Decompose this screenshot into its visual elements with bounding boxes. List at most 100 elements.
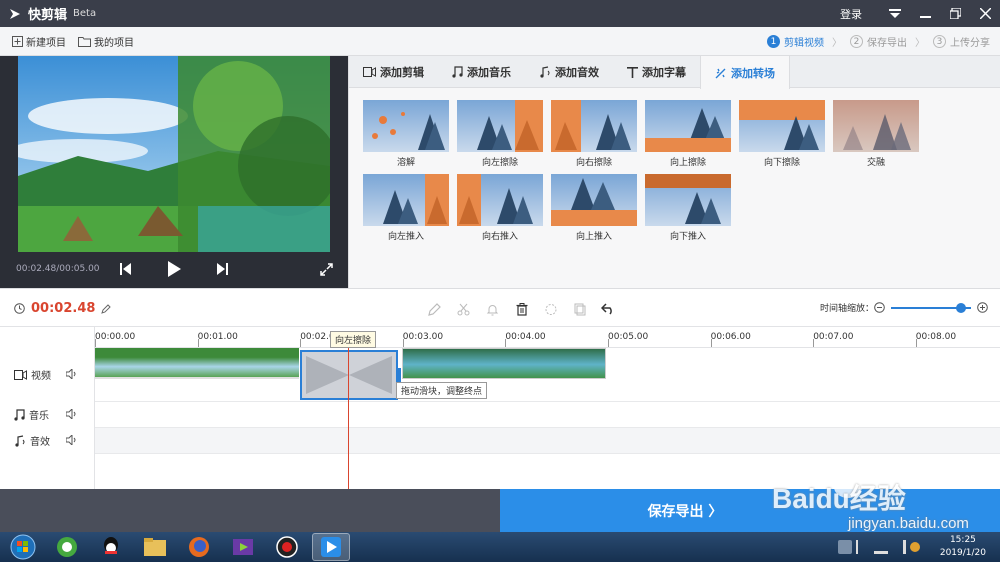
clock-time: 15:25 bbox=[949, 535, 976, 545]
tab-add-transition[interactable]: 添加转场 bbox=[700, 56, 790, 89]
my-projects-button[interactable]: 我的项目 bbox=[78, 34, 134, 49]
fullscreen-icon[interactable] bbox=[320, 263, 333, 276]
maximize-icon[interactable] bbox=[940, 0, 970, 27]
tray-flag-icon[interactable] bbox=[856, 540, 870, 554]
playback-time: 00:02.48/00:05.00 bbox=[16, 264, 100, 274]
taskbar-clock[interactable]: 15:25 2019/1/20 bbox=[940, 534, 986, 560]
drag-hint-tooltip: 拖动滑块，调整终点 bbox=[396, 382, 488, 399]
transition-wipe-right[interactable]: 向右擦除 bbox=[551, 100, 637, 168]
edit-pencil-icon[interactable] bbox=[101, 303, 112, 314]
timeline-ruler[interactable]: 00:00.00 00:01.00 00:02.00 00:03.00 00:04.00… bbox=[95, 327, 1000, 348]
ruler-tick-label: 00:03.00 bbox=[402, 332, 444, 342]
tab-add-subtitle[interactable]: 添加字幕 bbox=[613, 56, 700, 88]
tab-add-music[interactable]: 添加音乐 bbox=[438, 56, 525, 88]
taskbar-recorder-icon[interactable] bbox=[268, 533, 306, 561]
tray-keyboard-icon[interactable] bbox=[838, 540, 852, 554]
play-icon[interactable] bbox=[168, 261, 181, 277]
folder-icon bbox=[78, 36, 91, 47]
baidu-watermark: Baidu经验 jingyan.baidu.com bbox=[760, 455, 1000, 540]
track-sound-effect-label: 音效 bbox=[14, 433, 50, 448]
ruler-tick-mark bbox=[402, 339, 404, 347]
undo-icon[interactable] bbox=[594, 299, 623, 319]
zoom-out-icon[interactable] bbox=[874, 302, 885, 313]
transition-wipe-up[interactable]: 向上擦除 bbox=[645, 100, 731, 168]
current-time: 00:02.48 bbox=[14, 301, 112, 316]
taskbar-firefox-icon[interactable] bbox=[180, 533, 218, 561]
zoom-label: 时间轴缩放： bbox=[819, 304, 874, 314]
my-projects-label: 我的项目 bbox=[94, 37, 134, 49]
video-volume-icon[interactable] bbox=[65, 367, 77, 382]
taskbar-explorer-icon[interactable] bbox=[136, 533, 174, 561]
step-share[interactable]: 3 上传分享 bbox=[933, 34, 990, 49]
project-toolbar: 新建项目 我的项目 1 剪辑视频 〉 2 保存导出 〉 3 上传分享 bbox=[0, 27, 1000, 56]
clock-date: 2019/1/20 bbox=[939, 548, 986, 558]
music-volume-icon[interactable] bbox=[65, 407, 77, 422]
sound-effect-volume-icon[interactable] bbox=[65, 433, 77, 448]
text-icon bbox=[627, 66, 638, 78]
ruler-tick-label: 00:01.00 bbox=[197, 332, 238, 342]
clock-icon bbox=[14, 303, 25, 314]
scissors-icon[interactable] bbox=[449, 299, 478, 319]
transition-push-left[interactable]: 向左推入 bbox=[363, 174, 449, 242]
transition-push-down[interactable]: 向下推入 bbox=[645, 174, 731, 242]
transition-icon bbox=[715, 68, 726, 78]
pen-icon[interactable] bbox=[420, 299, 449, 319]
previous-frame-icon[interactable] bbox=[120, 263, 131, 275]
video-icon bbox=[363, 67, 376, 77]
close-icon[interactable] bbox=[970, 0, 1000, 27]
tab-add-sound-effect[interactable]: 添加音效 bbox=[525, 56, 613, 88]
transition-wipe-left[interactable]: 向左擦除 bbox=[457, 100, 543, 168]
step-edit[interactable]: 1 剪辑视频 bbox=[767, 34, 824, 49]
app-name: 快剪辑 bbox=[28, 8, 68, 23]
trash-icon[interactable] bbox=[507, 299, 536, 319]
transition-block[interactable] bbox=[300, 350, 398, 400]
video-track[interactable] bbox=[95, 348, 1000, 402]
ruler-tick-label: 00:04.00 bbox=[505, 332, 546, 342]
transition-tooltip: 向左擦除 bbox=[330, 331, 377, 348]
music-icon bbox=[452, 66, 463, 78]
new-project-button[interactable]: 新建项目 bbox=[12, 34, 66, 49]
taskbar-kuaijianji-icon[interactable] bbox=[312, 533, 350, 561]
app-badge: Beta bbox=[73, 8, 97, 19]
menu-icon[interactable] bbox=[880, 0, 910, 27]
watermark-brand: Baidu经验 bbox=[772, 483, 906, 514]
tray-volume-icon[interactable] bbox=[892, 540, 906, 554]
transition-push-right[interactable]: 向右推入 bbox=[457, 174, 543, 242]
sound-effect-track[interactable] bbox=[95, 428, 1000, 454]
video-clip-1[interactable] bbox=[95, 348, 299, 379]
ruler-tick-label: 00:06.00 bbox=[710, 332, 751, 342]
copy-icon[interactable] bbox=[565, 299, 594, 319]
taskbar-qq-icon[interactable] bbox=[92, 533, 130, 561]
music-track[interactable] bbox=[95, 402, 1000, 428]
transition-blend[interactable]: 交融 bbox=[833, 100, 919, 168]
edit-tools bbox=[420, 299, 623, 319]
video-clip-2[interactable] bbox=[402, 348, 606, 379]
system-tray bbox=[838, 540, 924, 554]
playback-controls: 00:02.48/00:05.00 bbox=[0, 252, 348, 288]
zoom-in-icon[interactable] bbox=[977, 302, 988, 313]
timeline-toolbar: 00:02.48 时间轴缩放： bbox=[0, 288, 1000, 327]
next-frame-icon[interactable] bbox=[217, 263, 228, 275]
login-link[interactable]: 登录 bbox=[840, 6, 862, 22]
transition-bowtie-icon bbox=[306, 356, 392, 394]
zoom-slider[interactable] bbox=[891, 302, 971, 313]
zoom-slider-handle[interactable] bbox=[956, 302, 967, 313]
title-bar: 快剪辑 Beta 登录 bbox=[0, 0, 1000, 27]
panel-tabs: 添加剪辑 添加音乐 添加音效 添加字幕 添加转场 bbox=[349, 56, 1000, 89]
ruler-tick-label: 00:00.00 bbox=[95, 332, 136, 342]
minimize-icon[interactable] bbox=[910, 0, 940, 27]
tab-add-clip[interactable]: 添加剪辑 bbox=[349, 56, 438, 88]
transition-wipe-down[interactable]: 向下擦除 bbox=[739, 100, 825, 168]
taskbar-video-icon[interactable] bbox=[224, 533, 262, 561]
tray-network-icon[interactable] bbox=[874, 540, 888, 554]
transition-push-up[interactable]: 向上推入 bbox=[551, 174, 637, 242]
tray-weather-icon[interactable] bbox=[910, 542, 920, 552]
track-music-label: 音乐 bbox=[14, 407, 49, 422]
bell-icon[interactable] bbox=[478, 299, 507, 319]
taskbar-browser-360-icon[interactable] bbox=[48, 533, 86, 561]
new-project-label: 新建项目 bbox=[26, 37, 66, 49]
effects-icon[interactable] bbox=[536, 299, 565, 319]
transition-dissolve[interactable]: 溶解 bbox=[363, 100, 449, 168]
step-export[interactable]: 2 保存导出 bbox=[850, 34, 907, 49]
start-button-icon[interactable] bbox=[4, 533, 42, 561]
